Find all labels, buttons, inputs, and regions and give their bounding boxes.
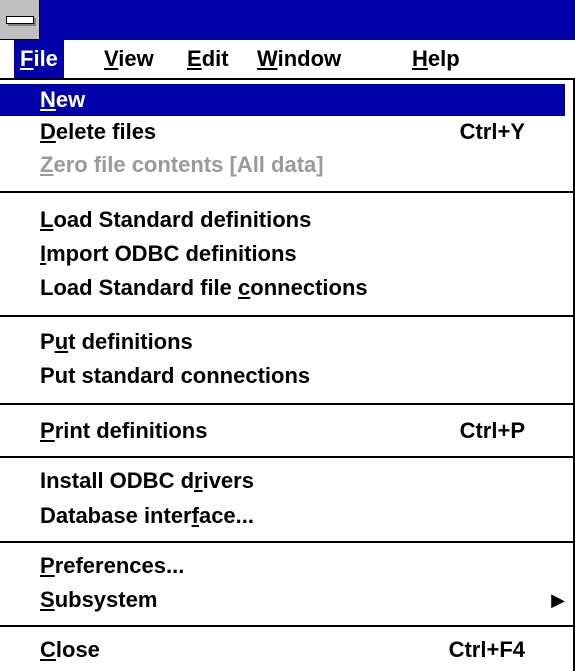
- menu-file[interactable]: File: [14, 40, 64, 78]
- menu-view[interactable]: View: [98, 40, 160, 78]
- shortcut-label: Ctrl+P: [459, 418, 525, 443]
- minus-bar-icon: [6, 16, 34, 24]
- menu-edit[interactable]: Edit: [181, 40, 235, 78]
- menu-item-load-standard-definitions[interactable]: Load Standard definitions: [0, 204, 565, 236]
- menu-bar: File View Edit Window Help: [0, 40, 575, 80]
- menu-item-print-definitions[interactable]: Print definitions Ctrl+P: [0, 415, 565, 447]
- menu-item-import-odbc-definitions[interactable]: Import ODBC definitions: [0, 238, 565, 270]
- menu-item-load-standard-file-connections[interactable]: Load Standard file connections: [0, 272, 565, 304]
- shortcut-label: Ctrl+F4: [448, 637, 525, 662]
- menu-separator: [0, 625, 575, 627]
- menu-separator: [0, 403, 575, 405]
- title-bar: [0, 0, 575, 40]
- menu-item-install-odbc-drivers[interactable]: Install ODBC drivers: [0, 465, 565, 497]
- system-menu-button[interactable]: [0, 0, 40, 40]
- menu-separator: [0, 191, 575, 193]
- menu-item-put-standard-connections[interactable]: Put standard connections: [0, 360, 565, 392]
- menu-item-close[interactable]: Close Ctrl+F4: [0, 634, 565, 666]
- menu-separator: [0, 456, 575, 458]
- menu-item-subsystem[interactable]: Subsystem ▶: [0, 584, 565, 616]
- menu-item-preferences[interactable]: Preferences...: [0, 550, 565, 582]
- menu-item-put-definitions[interactable]: Put definitions: [0, 326, 565, 358]
- menu-window[interactable]: Window: [251, 40, 347, 78]
- menu-item-delete-files[interactable]: Delete files Ctrl+Y: [0, 116, 565, 148]
- menu-item-database-interface[interactable]: Database interface...: [0, 500, 565, 532]
- menu-separator: [0, 541, 575, 543]
- menu-separator: [0, 315, 575, 317]
- menu-help[interactable]: Help: [406, 40, 466, 78]
- menu-item-zero-file-contents: Zero file contents [All data]: [40, 152, 324, 177]
- submenu-arrow-icon: ▶: [551, 590, 565, 610]
- shortcut-label: Ctrl+Y: [459, 119, 525, 144]
- menu-item-new[interactable]: New: [0, 84, 565, 116]
